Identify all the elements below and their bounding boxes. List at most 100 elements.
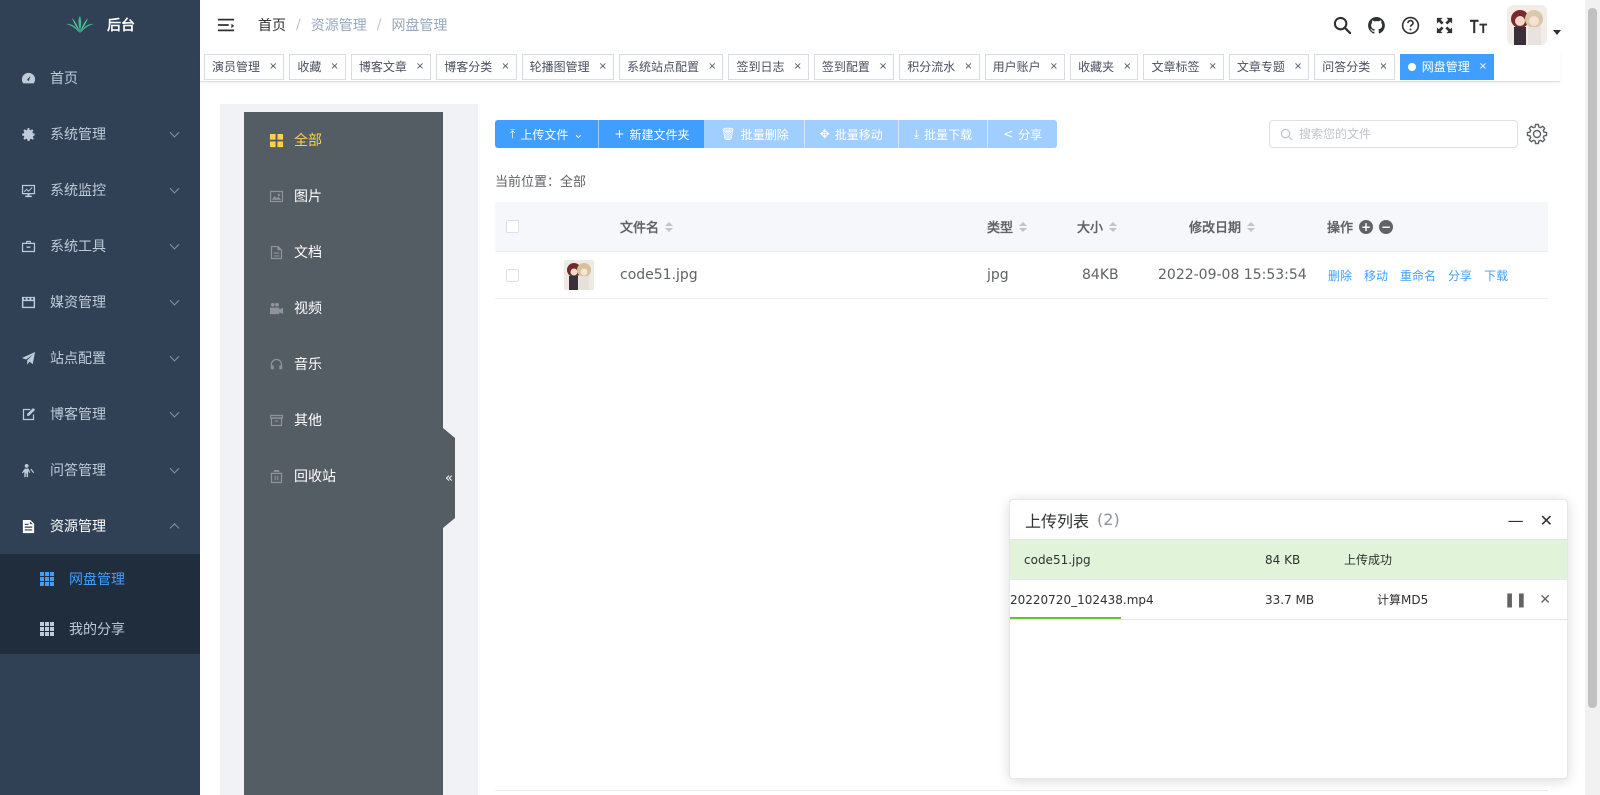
upload-button[interactable]: ⤒ 上传文件 ⌄ bbox=[495, 120, 600, 148]
batch-download-button[interactable]: ⤓ 批量下载 bbox=[898, 120, 989, 148]
help-circle-icon[interactable] bbox=[1400, 15, 1420, 35]
tab-tag[interactable]: 问答分类 × bbox=[1314, 53, 1395, 80]
cancel-upload-icon[interactable]: ✕ bbox=[1539, 592, 1551, 608]
sidebar-item-qa[interactable]: 问答管理 bbox=[0, 442, 200, 498]
file-nav-videos[interactable]: 视频 bbox=[244, 280, 443, 336]
sidebar: 后台 首页 系统管理 系统监控 系统工具 媒资管理 站点配置 博客管理 问答管理 bbox=[0, 0, 200, 795]
search-input[interactable] bbox=[1299, 127, 1499, 141]
breadcrumb-home[interactable]: 首页 bbox=[258, 15, 286, 35]
file-nav-docs[interactable]: 文档 bbox=[244, 224, 443, 280]
close-tag-icon[interactable]: × bbox=[1479, 61, 1487, 72]
file-nav-all[interactable]: 全部 bbox=[244, 112, 443, 168]
sidebar-item-home[interactable]: 首页 bbox=[0, 50, 200, 106]
rename-link[interactable]: 重命名 bbox=[1400, 267, 1436, 284]
sidebar-item-system[interactable]: 系统管理 bbox=[0, 106, 200, 162]
download-link[interactable]: 下载 bbox=[1484, 267, 1508, 284]
tab-tag[interactable]: 系统站点配置 × bbox=[619, 53, 724, 80]
sidebar-item-site-config[interactable]: 站点配置 bbox=[0, 330, 200, 386]
close-tag-icon[interactable]: × bbox=[330, 61, 338, 72]
header-type[interactable]: 类型 bbox=[987, 217, 1028, 236]
batch-delete-button[interactable]: 🗑︎ 批量删除 bbox=[705, 120, 805, 148]
close-tag-icon[interactable]: × bbox=[964, 61, 972, 72]
fullscreen-icon[interactable] bbox=[1434, 15, 1454, 35]
file-name[interactable]: code51.jpg bbox=[620, 267, 698, 283]
tab-tag[interactable]: 签到配置 × bbox=[813, 53, 895, 80]
close-tag-icon[interactable]: × bbox=[1050, 61, 1058, 72]
close-tag-icon[interactable]: × bbox=[269, 61, 277, 72]
close-tag-icon[interactable]: × bbox=[416, 61, 424, 72]
file-nav-music[interactable]: 音乐 bbox=[244, 336, 443, 392]
submenu-resources: 网盘管理 我的分享 bbox=[0, 554, 200, 654]
sidebar-item-blog[interactable]: 博客管理 bbox=[0, 386, 200, 442]
expand-columns-plus-icon[interactable]: + bbox=[1359, 219, 1374, 234]
tab-tag[interactable]: 轮播图管理 × bbox=[521, 53, 615, 80]
scrollbar[interactable] bbox=[1585, 0, 1600, 795]
close-tag-icon[interactable]: × bbox=[1208, 61, 1216, 72]
chevron-down-icon bbox=[169, 127, 180, 138]
header-size[interactable]: 大小 bbox=[1077, 217, 1118, 236]
font-size-icon[interactable] bbox=[1468, 15, 1488, 35]
close-tag-icon[interactable]: × bbox=[1379, 61, 1387, 72]
sidebar-item-monitor[interactable]: 系统监控 bbox=[0, 162, 200, 218]
avatar[interactable] bbox=[1507, 5, 1547, 45]
tab-tag[interactable]: 文章标签 × bbox=[1143, 53, 1224, 80]
close-tag-icon[interactable]: × bbox=[1123, 61, 1131, 72]
file-nav-trash[interactable]: 回收站 bbox=[244, 448, 443, 504]
move-link[interactable]: 移动 bbox=[1364, 267, 1388, 284]
file-nav-other[interactable]: 其他 bbox=[244, 392, 443, 448]
collapse-nav-button[interactable]: « bbox=[443, 428, 455, 528]
sidebar-item-media[interactable]: 媒资管理 bbox=[0, 274, 200, 330]
close-tag-icon[interactable]: × bbox=[501, 61, 509, 72]
table-row[interactable]: code51.jpg jpg 84KB 2022-09-08 15:53:54 … bbox=[495, 252, 1548, 299]
file-nav-images[interactable]: 图片 bbox=[244, 168, 443, 224]
sidebar-subitem-netdisk[interactable]: 网盘管理 bbox=[0, 554, 200, 604]
tab-tag[interactable]: 收藏夹 × bbox=[1070, 53, 1139, 80]
tab-tag[interactable]: 收藏 × bbox=[289, 53, 346, 80]
sidebar-subitem-my-share[interactable]: 我的分享 bbox=[0, 604, 200, 654]
sidebar-item-resources[interactable]: 资源管理 bbox=[0, 498, 200, 554]
row-checkbox[interactable] bbox=[506, 269, 519, 282]
tab-tag[interactable]: 积分流水 × bbox=[899, 53, 980, 80]
share-link[interactable]: 分享 bbox=[1448, 267, 1472, 284]
pause-icon[interactable]: ❚❚ bbox=[1504, 592, 1527, 608]
collapse-columns-minus-icon[interactable]: − bbox=[1379, 219, 1394, 234]
new-folder-label: 新建文件夹 bbox=[629, 127, 690, 142]
share-button[interactable]: < 分享 bbox=[988, 120, 1058, 148]
tab-tag[interactable]: 博客分类 × bbox=[436, 53, 517, 80]
tab-tag-label: 问答分类 bbox=[1322, 60, 1371, 74]
upload-item: 20220720_102438.mp4 33.7 MB 计算MD5 ❚❚ ✕ bbox=[1010, 580, 1567, 620]
sidebar-item-label: 站点配置 bbox=[50, 351, 106, 367]
close-tag-icon[interactable]: × bbox=[708, 61, 716, 72]
tab-tag[interactable]: 演员管理 × bbox=[204, 53, 285, 80]
close-tag-icon[interactable]: × bbox=[599, 61, 607, 72]
minimize-icon[interactable]: — bbox=[1508, 511, 1524, 530]
file-nav-label: 视频 bbox=[294, 301, 322, 317]
close-icon[interactable]: ✕ bbox=[1540, 511, 1553, 530]
caret-down-icon[interactable] bbox=[1553, 29, 1561, 35]
tab-tag[interactable]: 文章专题 × bbox=[1228, 53, 1310, 80]
close-tag-icon[interactable]: × bbox=[793, 61, 801, 72]
search-icon[interactable] bbox=[1332, 15, 1352, 35]
file-nav-label: 其他 bbox=[294, 413, 322, 429]
logo[interactable]: 后台 bbox=[0, 0, 200, 50]
select-all-checkbox[interactable] bbox=[506, 220, 519, 233]
header-name[interactable]: 文件名 bbox=[620, 217, 674, 236]
tab-tag[interactable]: 用户账户 × bbox=[984, 53, 1066, 80]
tab-tag[interactable]: 签到日志 × bbox=[728, 53, 809, 80]
file-thumbnail[interactable] bbox=[564, 260, 594, 290]
close-tag-icon[interactable]: × bbox=[879, 61, 887, 72]
close-tag-icon[interactable]: × bbox=[1294, 61, 1302, 72]
header-date[interactable]: 修改日期 bbox=[1189, 217, 1256, 236]
tab-tag[interactable]: 博客文章 × bbox=[350, 53, 432, 80]
hamburger-icon[interactable] bbox=[216, 15, 236, 35]
new-folder-button[interactable]: + 新建文件夹 bbox=[599, 120, 706, 148]
settings-gear-icon[interactable] bbox=[1526, 123, 1548, 145]
upload-status: 上传成功 bbox=[1344, 553, 1393, 567]
sidebar-item-tools[interactable]: 系统工具 bbox=[0, 218, 200, 274]
sidebar-item-label: 系统监控 bbox=[50, 183, 106, 199]
batch-move-button[interactable]: ✥ 批量移动 bbox=[804, 120, 899, 148]
delete-link[interactable]: 删除 bbox=[1328, 267, 1352, 284]
upload-panel: 上传列表 (2) — ✕ code51.jpg 84 KB 上传成功 20220… bbox=[1009, 499, 1568, 779]
tab-tag[interactable]: 网盘管理 × bbox=[1399, 53, 1495, 80]
github-icon[interactable] bbox=[1366, 15, 1386, 35]
